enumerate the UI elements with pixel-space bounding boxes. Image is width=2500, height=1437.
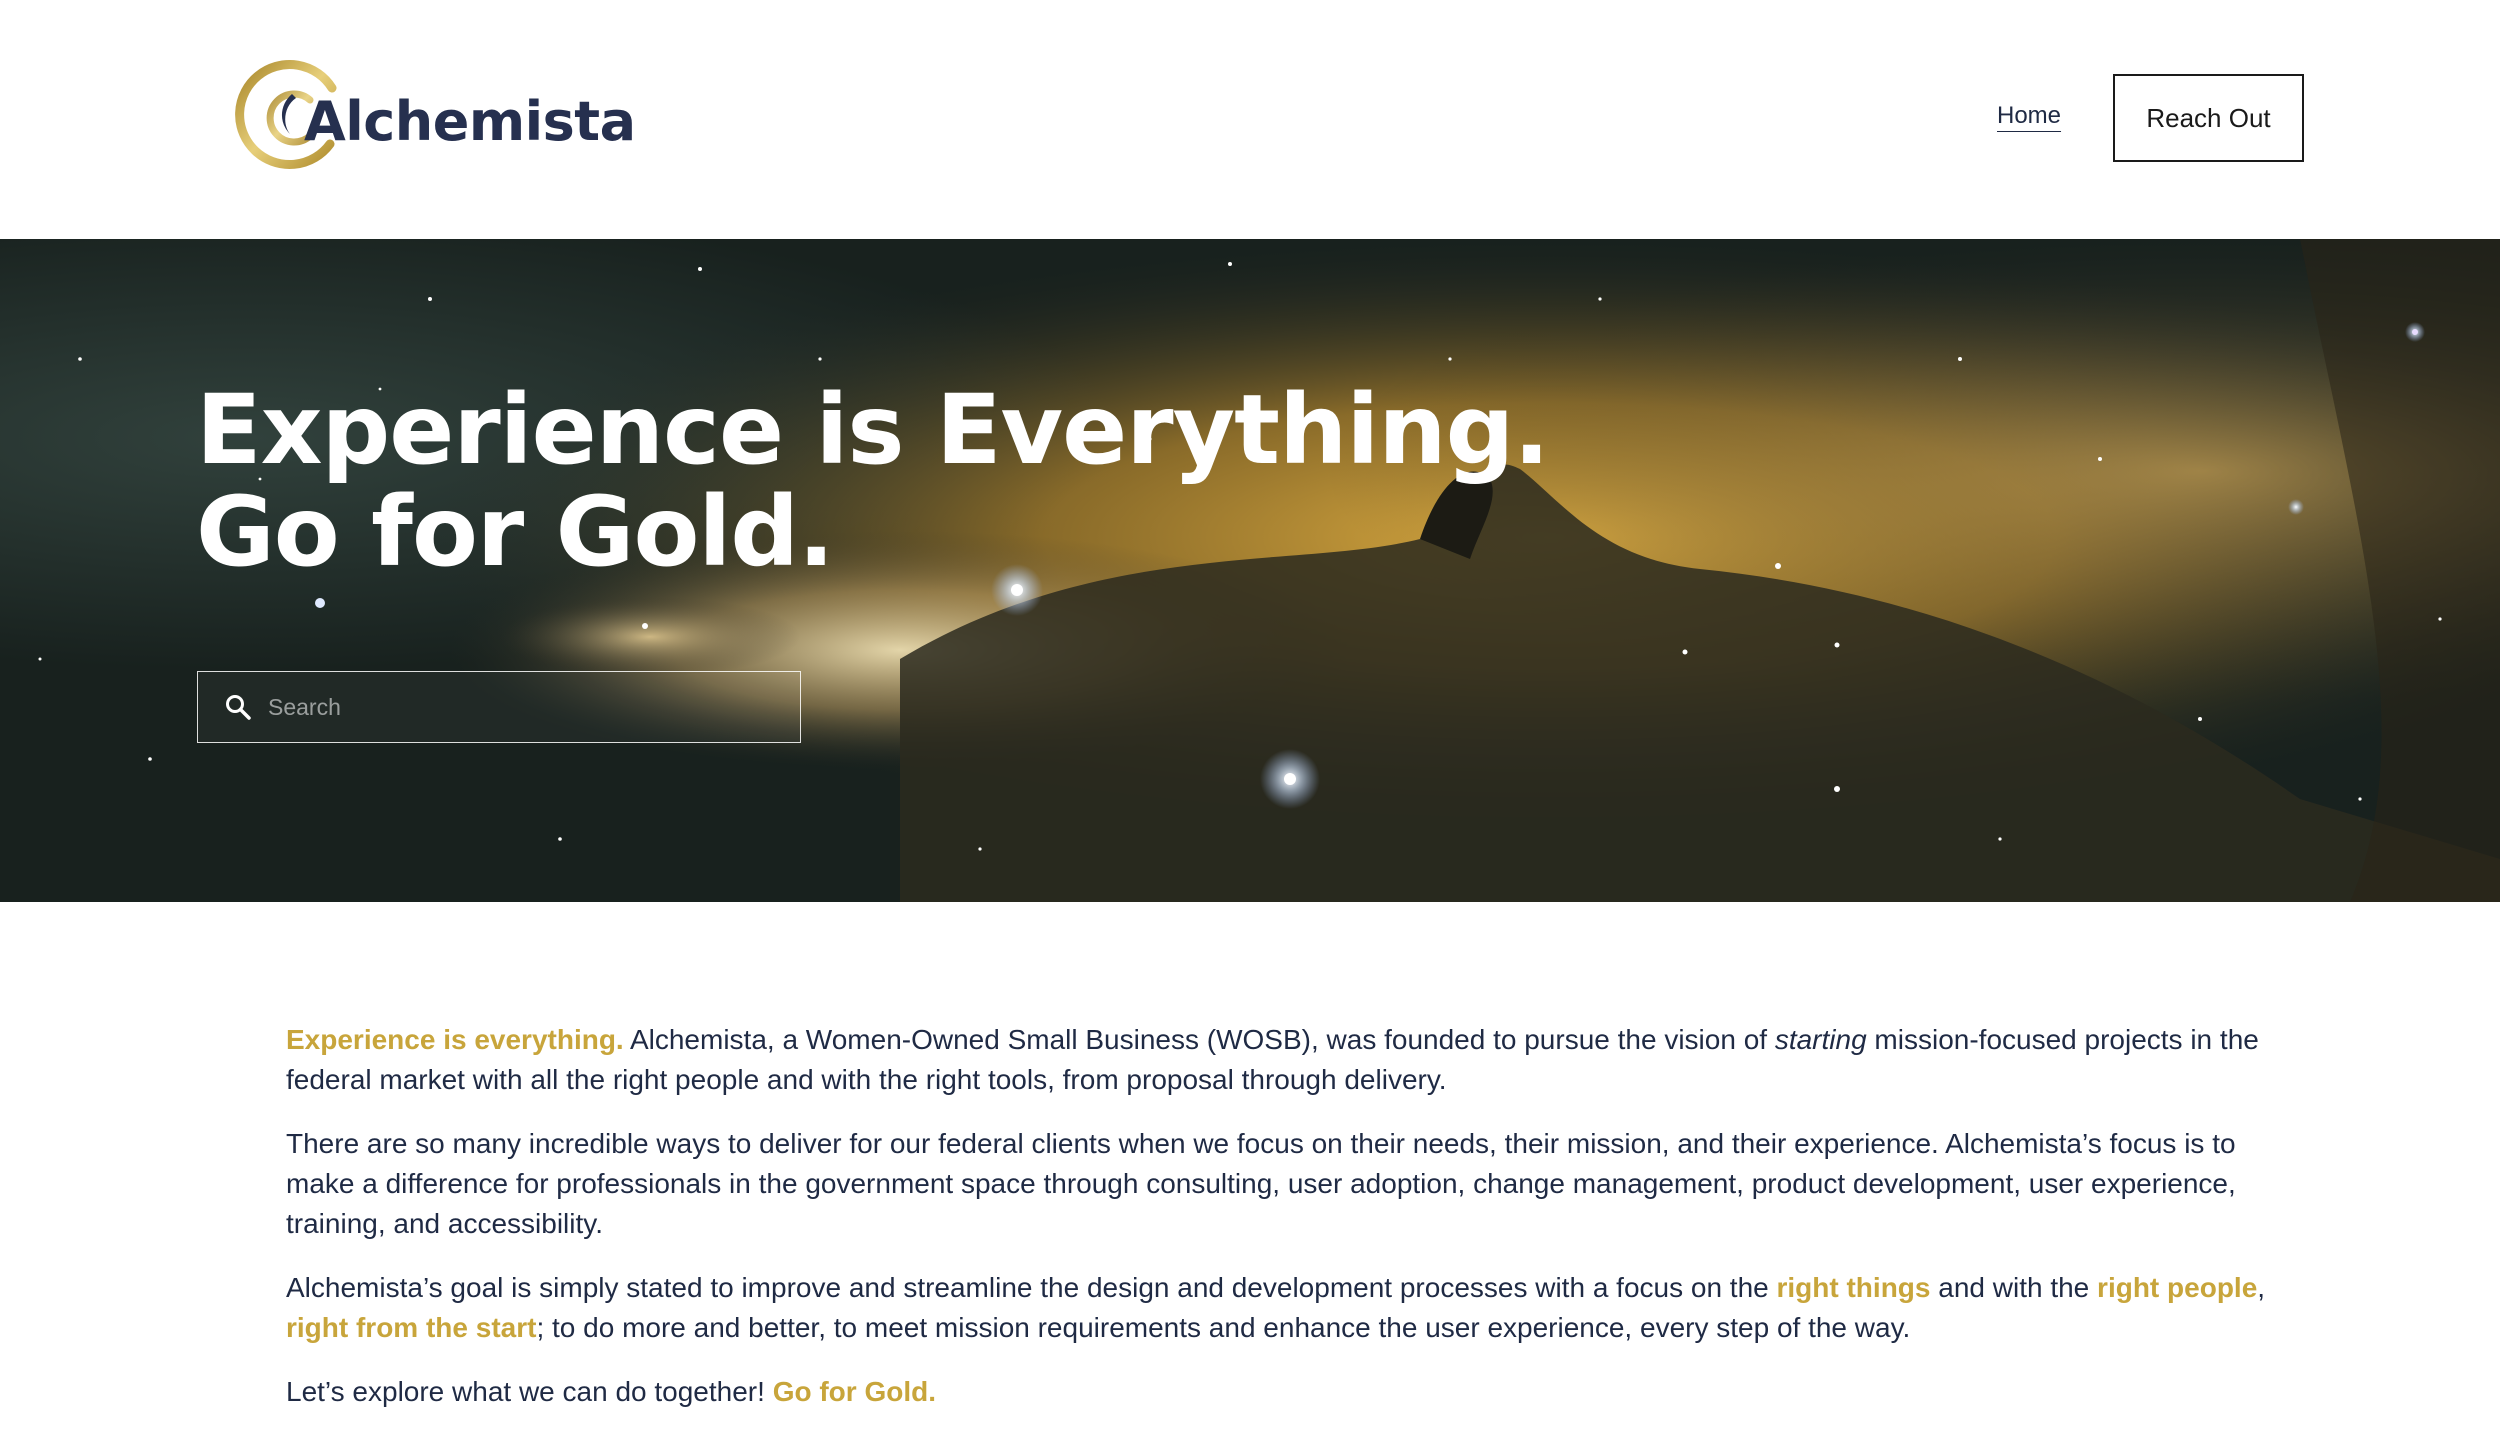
site-header: Alchemista Home Reach Out: [0, 0, 2500, 239]
search-icon: [224, 692, 254, 722]
intro-content: Experience is everything. Alchemista, a …: [286, 1020, 2306, 1436]
intro-paragraph-3: Alchemista’s goal is simply stated to im…: [286, 1268, 2306, 1348]
highlight-text: right people: [2097, 1272, 2258, 1303]
paragraph-text: Alchemista, a Women-Owned Small Business…: [623, 1024, 1775, 1055]
reach-out-button[interactable]: Reach Out: [2113, 74, 2304, 162]
hero-headline-line-2: Go for Gold.: [196, 476, 834, 588]
emphasis-text: starting: [1774, 1024, 1867, 1055]
hero-banner: Experience is Everything. Go for Gold.: [0, 239, 2500, 902]
paragraph-text: and with the: [1930, 1272, 2098, 1303]
highlight-text: Experience is everything.: [286, 1024, 624, 1055]
logo[interactable]: Alchemista: [232, 58, 636, 176]
intro-paragraph-2: There are so many incredible ways to del…: [286, 1128, 2236, 1239]
hero-headline-line-1: Experience is Everything.: [196, 374, 1550, 486]
logo-text: Alchemista: [304, 90, 636, 153]
nav-link-home[interactable]: Home: [1997, 102, 2061, 130]
highlight-text: right things: [1776, 1272, 1931, 1303]
search-input[interactable]: [266, 692, 786, 722]
intro-paragraph-4: Let’s explore what we can do together! G…: [286, 1372, 2306, 1412]
paragraph-text: Let’s explore what we can do together!: [286, 1376, 773, 1407]
search-box[interactable]: [197, 671, 801, 743]
highlight-text: right from the start: [286, 1312, 537, 1343]
paragraph-text: ; to do more and better, to meet mission…: [536, 1312, 1911, 1343]
highlight-text: Go for Gold.: [772, 1376, 936, 1407]
hero-headline: Experience is Everything. Go for Gold.: [196, 374, 1550, 588]
paragraph-text: Alchemista’s goal is simply stated to im…: [286, 1272, 1777, 1303]
paragraph-text: ,: [2257, 1272, 2266, 1303]
intro-paragraph-1: Experience is everything. Alchemista, a …: [286, 1020, 2306, 1100]
